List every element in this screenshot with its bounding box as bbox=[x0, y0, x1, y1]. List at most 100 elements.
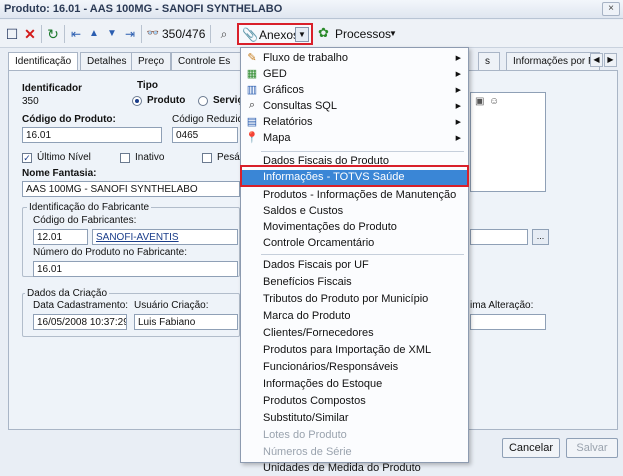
new-document-icon[interactable]: ☐ bbox=[4, 26, 20, 42]
tipo-label: Tipo bbox=[137, 80, 158, 91]
menu-item-clientes-fornecedores[interactable]: Clientes/Fornecedores bbox=[241, 326, 468, 342]
menu-item-dados-fiscais-uf[interactable]: Dados Fiscais por UF bbox=[241, 258, 468, 274]
menu-item-tributos-municipio[interactable]: Tributos do Produto por Município bbox=[241, 292, 468, 308]
ultimo-nivel-label: Último Nível bbox=[37, 152, 91, 163]
tab-controle-estoque[interactable]: Controle Es bbox=[171, 52, 251, 70]
menu-item-marca-produto[interactable]: Marca do Produto bbox=[241, 309, 468, 325]
record-counter: 350/476 bbox=[162, 27, 206, 41]
codigo-fabricantes-field[interactable]: 12.01 bbox=[33, 229, 88, 245]
criacao-group-title: Dados da Criação bbox=[25, 288, 110, 299]
toolbar-separator bbox=[210, 25, 211, 43]
nome-fantasia-label: Nome Fantasia: bbox=[22, 168, 97, 179]
tipo-servico-label: Serviç bbox=[213, 95, 244, 106]
menu-item-saldos-custos[interactable]: Saldos e Custos bbox=[241, 204, 468, 220]
menu-item-beneficios-fiscais[interactable]: Benefícios Fiscais bbox=[241, 275, 468, 291]
fabricante-name-field[interactable]: SANOFI-AVENTIS bbox=[92, 229, 238, 245]
tab-partial[interactable]: s bbox=[478, 52, 500, 70]
cancel-button[interactable]: Cancelar bbox=[502, 438, 560, 458]
codigo-reduzido-field[interactable]: 0465 bbox=[172, 127, 238, 143]
menu-item-importacao-xml[interactable]: Produtos para Importação de XML bbox=[241, 343, 468, 359]
menu-item-ged[interactable]: ▦ GED ▶ bbox=[241, 67, 468, 83]
ged-icon: ▦ bbox=[246, 68, 258, 80]
inativo-checkbox[interactable] bbox=[120, 153, 130, 163]
data-cadastramento-field: 16/05/2008 10:37:29 bbox=[33, 314, 127, 330]
chevron-down-icon[interactable]: ▼ bbox=[389, 29, 397, 38]
identificador-label: Identificador bbox=[22, 83, 83, 94]
submenu-arrow-icon: ▶ bbox=[455, 87, 461, 94]
menu-item-consultas-sql[interactable]: ⌕ Consultas SQL ▶ bbox=[241, 99, 468, 115]
pesavel-checkbox[interactable] bbox=[202, 153, 212, 163]
chevron-down-icon[interactable]: ▼ bbox=[295, 27, 309, 42]
image-panel: ▣ ☺ bbox=[470, 92, 546, 192]
menu-item-movimentacoes[interactable]: Movimentações do Produto bbox=[241, 220, 468, 236]
menu-item-graficos[interactable]: ▥ Gráficos ▶ bbox=[241, 83, 468, 99]
menu-item-unidades-medida[interactable]: Unidades de Medida do Produto bbox=[241, 462, 468, 476]
menu-item-numeros-serie: Números de Série bbox=[263, 446, 352, 458]
submenu-arrow-icon: ▶ bbox=[455, 119, 461, 126]
codigo-produto-field[interactable]: 16.01 bbox=[22, 127, 162, 143]
first-record-icon[interactable]: ⇤ bbox=[68, 26, 84, 42]
menu-separator bbox=[261, 151, 464, 152]
bar-chart-icon: ▥ bbox=[246, 84, 258, 96]
menu-item-relatorios[interactable]: ▤ Relatórios ▶ bbox=[241, 115, 468, 131]
binoculars-icon[interactable]: 👓 bbox=[145, 26, 161, 42]
tipo-produto-radio[interactable] bbox=[132, 96, 142, 106]
menu-item-mapa[interactable]: 📍 Mapa ▶ bbox=[241, 131, 468, 147]
inativo-label: Inativo bbox=[135, 152, 165, 163]
person-icon[interactable]: ☺ bbox=[489, 96, 499, 107]
identificador-value: 350 bbox=[22, 96, 39, 107]
codigo-produto-label: Código do Produto: bbox=[22, 114, 116, 125]
report-icon: ▤ bbox=[246, 116, 258, 128]
usuario-criacao-label: Usuário Criação: bbox=[134, 300, 209, 311]
codigo-fabricantes-label: Código do Fabricantes: bbox=[33, 215, 137, 226]
menu-item-funcionarios[interactable]: Funcionários/Responsáveis bbox=[241, 360, 468, 376]
processos-button[interactable]: Processos bbox=[335, 27, 391, 41]
tab-identificacao[interactable]: Identificação bbox=[8, 52, 79, 71]
nome-fantasia-field[interactable]: AAS 100MG - SANOFI SYNTHELABO bbox=[22, 181, 240, 197]
search-icon[interactable]: ⌕ bbox=[216, 26, 232, 42]
paperclip-icon: 📎 bbox=[242, 27, 259, 42]
menu-item-produtos-compostos[interactable]: Produtos Compostos bbox=[241, 394, 468, 410]
menu-item-substituto-similar[interactable]: Substituto/Similar bbox=[241, 411, 468, 427]
ultima-alteracao-field bbox=[470, 314, 546, 330]
last-record-icon[interactable]: ⇥ bbox=[122, 26, 138, 42]
close-button[interactable]: × bbox=[602, 2, 620, 16]
tab-scroll-right-icon[interactable]: ▶ bbox=[604, 53, 617, 67]
ultimo-nivel-checkbox[interactable]: ✓ bbox=[22, 153, 32, 163]
fabricante-group-title: Identificação do Fabricante bbox=[27, 202, 152, 213]
tab-informacoes-filial[interactable]: Informações por Fili bbox=[506, 52, 601, 70]
tab-scroll-left-icon[interactable]: ◀ bbox=[590, 53, 603, 67]
fabricante-link[interactable]: SANOFI-AVENTIS bbox=[96, 232, 179, 243]
save-button[interactable]: Salvar bbox=[566, 438, 618, 458]
menu-item-lotes-produto: Lotes do Produto bbox=[263, 429, 347, 441]
next-record-icon[interactable]: ▼ bbox=[104, 26, 120, 42]
ellipsis-button[interactable]: ... bbox=[532, 229, 549, 245]
fabricante-extra-field[interactable] bbox=[470, 229, 528, 245]
query-icon: ⌕ bbox=[248, 99, 256, 111]
previous-record-icon[interactable]: ▲ bbox=[86, 26, 102, 42]
map-pin-icon: 📍 bbox=[245, 132, 259, 144]
ultima-alteracao-label: ima Alteração: bbox=[470, 300, 534, 311]
menu-item-produtos-manutencao[interactable]: Produtos - Informações de Manutenção bbox=[241, 188, 468, 204]
tab-detalhes[interactable]: Detalhes bbox=[80, 52, 134, 70]
menu-separator bbox=[261, 254, 464, 255]
numero-produto-field[interactable]: 16.01 bbox=[33, 261, 238, 277]
tab-preco[interactable]: Preço bbox=[131, 52, 172, 70]
workflow-icon: ✎ bbox=[247, 52, 257, 64]
toolbar-separator bbox=[41, 25, 42, 43]
menu-item-controle-orcamentario[interactable]: Controle Orcamentário bbox=[241, 236, 468, 252]
window-title: Produto: 16.01 - AAS 100MG - SANOFI SYNT… bbox=[0, 0, 623, 19]
tipo-servico-radio[interactable] bbox=[198, 96, 208, 106]
processos-icon: ✿ bbox=[318, 25, 329, 40]
refresh-icon[interactable]: ↻ bbox=[45, 26, 61, 42]
submenu-arrow-icon: ▶ bbox=[455, 71, 461, 78]
toolbar-separator bbox=[141, 25, 142, 43]
numero-produto-label: Número do Produto no Fabricante: bbox=[33, 247, 187, 258]
submenu-arrow-icon: ▶ bbox=[455, 135, 461, 142]
highlight-annotation bbox=[240, 165, 469, 187]
save-icon[interactable]: ▣ bbox=[475, 96, 484, 107]
anexos-button[interactable]: 📎 Anexos ▼ bbox=[237, 23, 313, 45]
delete-icon[interactable]: ✕ bbox=[22, 26, 38, 42]
menu-item-informacoes-estoque[interactable]: Informações do Estoque bbox=[241, 377, 468, 393]
menu-item-fluxo-trabalho[interactable]: ✎ Fluxo de trabalho ▶ bbox=[241, 51, 468, 67]
